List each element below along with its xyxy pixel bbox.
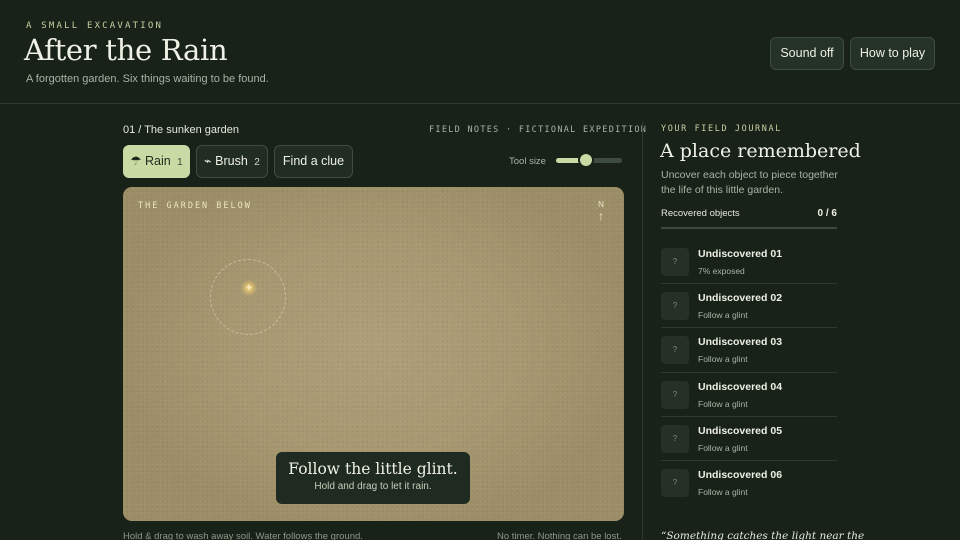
- journal-item-name: Undiscovered 01: [698, 248, 783, 260]
- compass: N ↑: [595, 200, 607, 222]
- page-title: After the Rain: [24, 33, 228, 67]
- journal-item-status: 7% exposed: [698, 266, 745, 276]
- mystery-object-icon: ?: [661, 424, 689, 453]
- journal-item-name: Undiscovered 05: [698, 424, 783, 437]
- journal-item-name: Undiscovered 04: [698, 380, 783, 393]
- tool-size-slider[interactable]: [556, 154, 622, 166]
- journal-item[interactable]: ? Undiscovered 02 Follow a glint: [661, 284, 837, 329]
- hint-title: Follow the little glint.: [288, 460, 458, 478]
- journal-item[interactable]: ? Undiscovered 01 7% exposed: [661, 240, 837, 285]
- rain-tool-button[interactable]: ☂ Rain 1: [123, 145, 190, 178]
- glint-sparkle-icon[interactable]: +: [244, 279, 254, 295]
- brush-tool-label: Brush: [215, 154, 248, 168]
- journal-item-name: Undiscovered 02: [698, 292, 783, 305]
- journal-quote: “Something catches the light near the: [661, 530, 865, 540]
- tool-size-label: Tool size: [509, 156, 546, 167]
- compass-north-label: N: [598, 200, 604, 209]
- rain-tool-label: Rain: [144, 154, 171, 168]
- recovered-progress-bar: [661, 227, 837, 229]
- journal-item[interactable]: ? Undiscovered 06 Follow a glint: [661, 461, 837, 505]
- garden-dig-canvas[interactable]: THE GARDEN BELOW N ↑ + Follow the little…: [123, 187, 624, 521]
- find-clue-button[interactable]: Find a clue: [274, 145, 353, 178]
- journal-item-status: Follow a glint: [698, 398, 748, 409]
- tool-size-slider-handle[interactable]: [579, 154, 592, 166]
- recovered-objects-label: Recovered objects: [661, 208, 740, 219]
- journal-item-name: Undiscovered 03: [698, 336, 783, 349]
- mystery-object-icon: ?: [661, 468, 689, 497]
- journal-item[interactable]: ? Undiscovered 03 Follow a glint: [661, 328, 837, 373]
- sound-toggle-button[interactable]: Sound off: [770, 37, 844, 70]
- journal-object-list: ? Undiscovered 01 7% exposed ? Undiscove…: [661, 240, 837, 505]
- mystery-object-icon: ?: [661, 380, 689, 409]
- mystery-object-icon: ?: [661, 292, 689, 321]
- journal-item-name: Undiscovered 06: [698, 468, 783, 481]
- journal-item-status: Follow a glint: [698, 354, 748, 365]
- umbrella-icon: ☂: [130, 154, 142, 168]
- journal-title: A place remembered: [660, 140, 861, 162]
- garden-reassurance: No timer. Nothing can be lost.: [497, 531, 622, 540]
- mystery-object-icon: ?: [661, 248, 689, 276]
- hint-subtitle: Hold and drag to let it rain.: [314, 481, 432, 492]
- field-notes-label: FIELD NOTES · FICTIONAL EXPEDITION: [429, 125, 648, 135]
- journal-item-status: Follow a glint: [698, 486, 748, 497]
- north-arrow-icon: ↑: [598, 209, 604, 223]
- rain-tool-shortcut: 1: [177, 157, 183, 168]
- section-label: 01 / The sunken garden: [123, 124, 239, 136]
- hint-card: Follow the little glint. Hold and drag t…: [276, 452, 470, 504]
- recovered-objects-count: 0 / 6: [817, 208, 837, 219]
- brush-tool-shortcut: 2: [254, 157, 260, 168]
- mystery-object-icon: ?: [661, 336, 689, 365]
- garden-instructions: Hold & drag to wash away soil. Water fol…: [123, 531, 363, 540]
- journal-item-status: Follow a glint: [698, 442, 748, 453]
- journal-kicker: YOUR FIELD JOURNAL: [661, 124, 782, 134]
- header-kicker: A SMALL EXCAVATION: [26, 21, 164, 31]
- tool-cursor-ring: [210, 259, 286, 335]
- journal-item-status: Follow a glint: [698, 310, 748, 321]
- brush-icon: ⌁: [204, 154, 212, 168]
- garden-label: THE GARDEN BELOW: [138, 201, 252, 211]
- column-divider: [642, 122, 643, 540]
- header: A SMALL EXCAVATION After the Rain A forg…: [0, 0, 960, 104]
- journal-description: Uncover each object to piece together th…: [661, 169, 838, 196]
- page-subtitle: A forgotten garden. Six things waiting t…: [26, 73, 269, 85]
- brush-tool-button[interactable]: ⌁ Brush 2: [196, 145, 268, 178]
- how-to-play-button[interactable]: How to play: [850, 37, 935, 70]
- journal-item[interactable]: ? Undiscovered 04 Follow a glint: [661, 373, 837, 417]
- journal-item[interactable]: ? Undiscovered 05 Follow a glint: [661, 417, 837, 461]
